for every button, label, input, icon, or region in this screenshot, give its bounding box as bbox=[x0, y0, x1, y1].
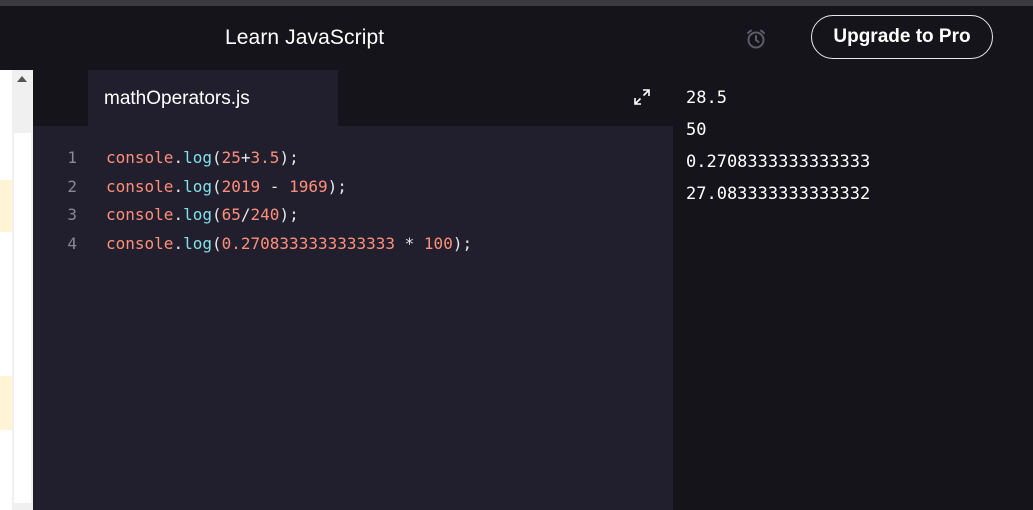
line-number: 1 bbox=[67, 148, 77, 167]
code-token: 0.2708333333333333 bbox=[221, 233, 396, 253]
code-token: ); bbox=[327, 176, 347, 196]
code-token: ); bbox=[279, 148, 299, 167]
code-token: . bbox=[173, 233, 184, 253]
output-console: 28.5 50 0.2708333333333333 27.0833333333333… bbox=[673, 70, 1033, 510]
code-editor[interactable]: mathOperators.js 1 console.log(25+3.5); 2 c… bbox=[33, 70, 673, 510]
expand-icon[interactable] bbox=[633, 88, 651, 106]
code-text: console.log(25+3.5); bbox=[106, 144, 299, 173]
code-token: log bbox=[183, 205, 212, 224]
output-line: 0.2708333333333333 bbox=[686, 152, 871, 172]
code-token: . bbox=[173, 205, 184, 224]
code-text: console.log(2019 - 1969); bbox=[106, 173, 347, 202]
code-token: - bbox=[260, 176, 290, 196]
code-token: * bbox=[395, 233, 424, 253]
code-token: 25 bbox=[221, 148, 241, 167]
code-token: console bbox=[106, 148, 174, 167]
code-line[interactable]: 4 console.log(0.2708333333333333 * 100); bbox=[33, 230, 673, 259]
highlight-block bbox=[0, 180, 12, 232]
code-token: ); bbox=[279, 205, 299, 224]
line-number: 4 bbox=[67, 233, 77, 253]
code-token: 100 bbox=[423, 233, 453, 253]
instructions-pane bbox=[0, 70, 12, 510]
scroll-thumb[interactable] bbox=[14, 133, 31, 503]
code-text: console.log(0.2708333333333333 * 100); bbox=[106, 230, 472, 259]
instructions-scrollbar[interactable] bbox=[12, 70, 33, 510]
line-number: 2 bbox=[67, 176, 77, 196]
code-token: ( bbox=[211, 148, 222, 167]
highlight-block bbox=[0, 376, 12, 430]
editor-tab-bar: mathOperators.js bbox=[33, 70, 673, 126]
code-token: log bbox=[183, 148, 212, 167]
code-line[interactable]: 2 console.log(2019 - 1969); bbox=[33, 173, 673, 202]
code-line[interactable]: 3 console.log(65/240); bbox=[33, 201, 673, 230]
header: Learn JavaScript Upgrade to Pro bbox=[0, 6, 1033, 70]
code-token: . bbox=[173, 148, 184, 167]
upgrade-to-pro-button[interactable]: Upgrade to Pro bbox=[811, 15, 993, 59]
tab-mathoperators-js[interactable]: mathOperators.js bbox=[88, 70, 338, 126]
code-token: 2019 bbox=[221, 176, 261, 196]
code-token: ( bbox=[211, 233, 222, 253]
code-token: ( bbox=[211, 176, 222, 196]
code-token: 3.5 bbox=[250, 148, 280, 167]
tab-label: mathOperators.js bbox=[104, 88, 250, 109]
code-token: ); bbox=[452, 233, 473, 253]
code-line[interactable]: 1 console.log(25+3.5); bbox=[33, 144, 673, 173]
output-line: 27.083333333333332 bbox=[686, 184, 871, 204]
code-token: . bbox=[173, 176, 184, 196]
code-area[interactable]: 1 console.log(25+3.5); 2 console.log(2019 -… bbox=[33, 144, 673, 258]
line-number: 3 bbox=[67, 205, 77, 224]
code-token: + bbox=[240, 148, 251, 167]
code-token: console bbox=[106, 176, 174, 196]
scroll-up-arrow-icon[interactable] bbox=[17, 76, 27, 82]
alarm-clock-icon[interactable] bbox=[744, 27, 768, 51]
code-token: 240 bbox=[250, 205, 280, 224]
code-token: log bbox=[183, 176, 212, 196]
code-token: / bbox=[240, 205, 251, 224]
code-text: console.log(65/240); bbox=[106, 201, 299, 230]
code-token: console bbox=[106, 233, 174, 253]
code-token: 65 bbox=[221, 205, 241, 224]
course-title: Learn JavaScript bbox=[225, 26, 385, 49]
code-token: 1969 bbox=[289, 176, 328, 196]
output-line: 28.5 bbox=[686, 88, 727, 108]
code-token: log bbox=[183, 233, 212, 253]
code-token: console bbox=[106, 205, 174, 224]
output-line: 50 bbox=[686, 120, 707, 140]
code-token: ( bbox=[211, 205, 222, 224]
